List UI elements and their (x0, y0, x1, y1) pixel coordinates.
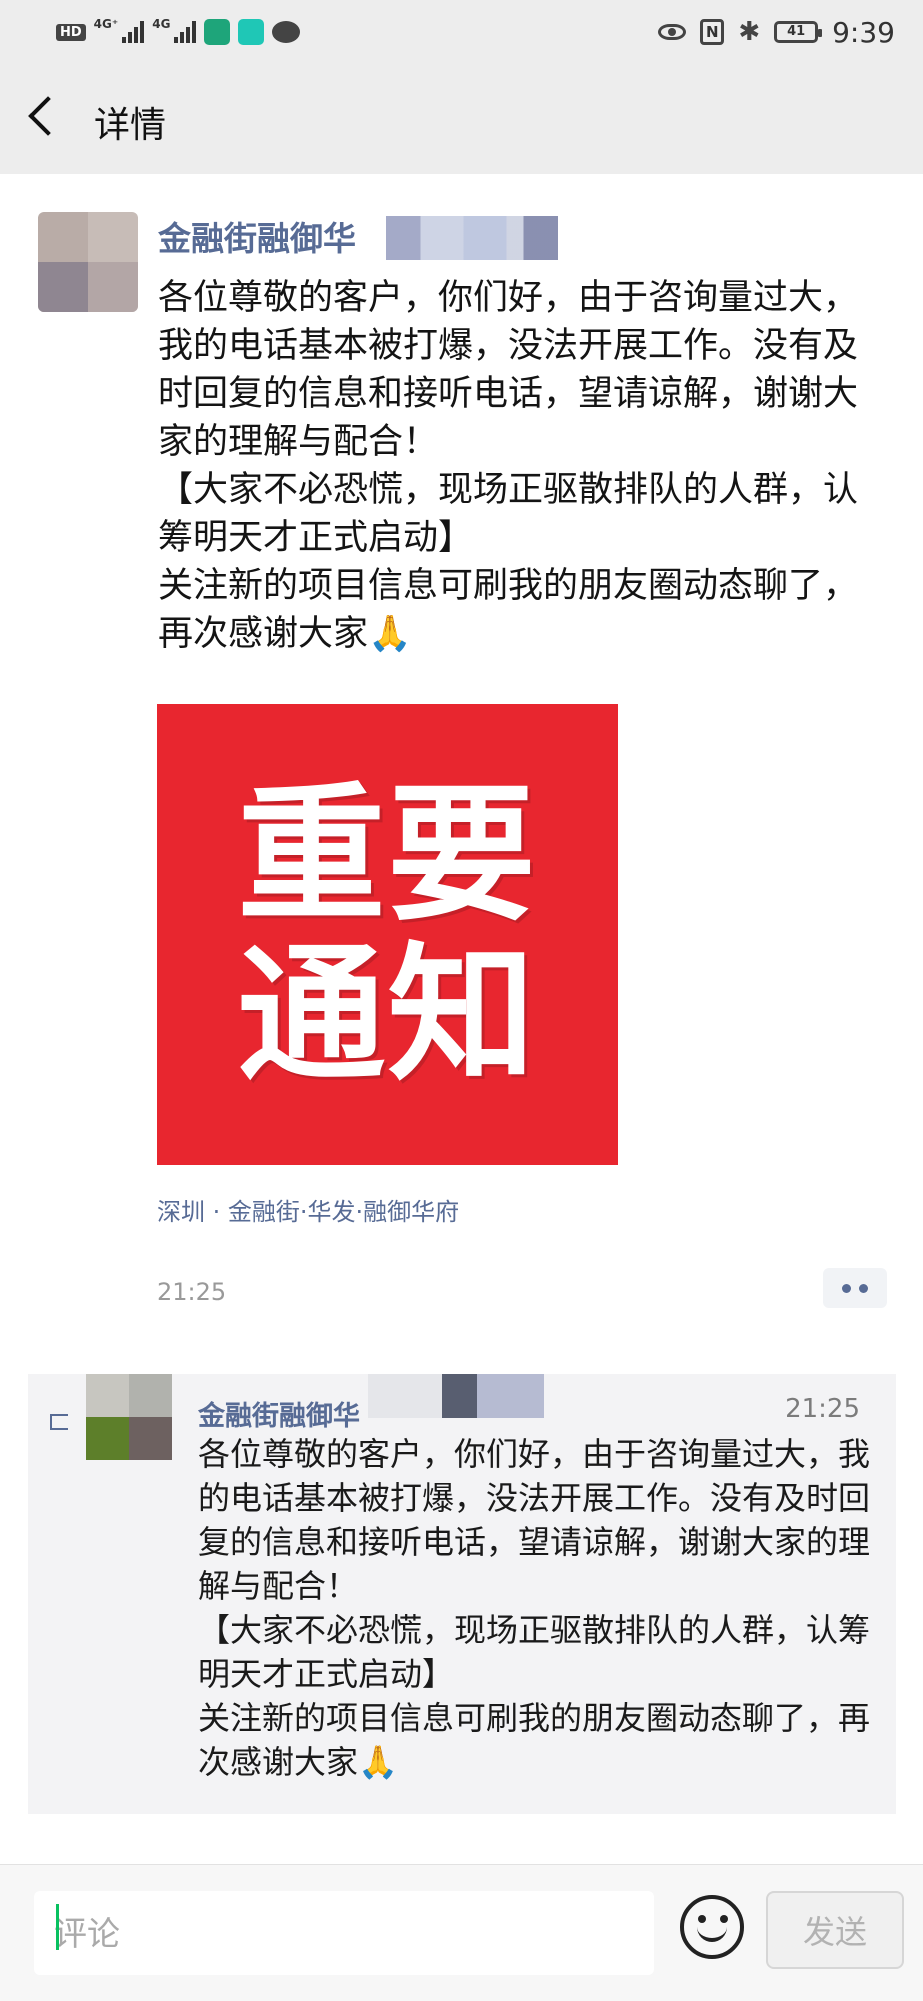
network-type-2: 4G (152, 17, 171, 31)
avatar-mosaic (88, 262, 138, 312)
post-author-name[interactable]: 金融街融御华 (158, 212, 356, 260)
comment-timestamp: 21:25 (785, 1394, 860, 1424)
comment-input-bar: 发送 (0, 1864, 923, 2001)
dot-icon (859, 1283, 868, 1293)
emoji-icon[interactable] (680, 1895, 744, 1959)
notice-image[interactable]: 重要 通知 (157, 704, 618, 1165)
post-timestamp: 21:25 (157, 1278, 227, 1306)
avatar-mosaic (38, 262, 88, 312)
notice-image-line-2: 通知 (237, 928, 538, 1101)
app-notification-icon (204, 19, 231, 45)
hd-badge: HD (56, 23, 86, 41)
message-notification-icon (272, 21, 301, 43)
avatar-mosaic (86, 1417, 129, 1460)
name-redaction-mosaic (368, 1374, 544, 1418)
nav-bar: 详情 (0, 66, 923, 174)
status-right: N ✱ 41 9:39 (658, 14, 895, 50)
boss-app-icon (238, 19, 265, 45)
post-location[interactable]: 深圳 · 金融街·华发·融御华府 (157, 1192, 459, 1227)
post-text: 各位尊敬的客户，你们好，由于咨询量过大，我的电话基本被打爆，没法开展工作。没有及… (158, 278, 859, 654)
avatar-mosaic (86, 1374, 129, 1417)
signal-icon (174, 21, 197, 43)
bluetooth-icon: ✱ (738, 17, 761, 47)
signal-icon (122, 21, 145, 43)
notice-image-line-1: 重要 (237, 768, 538, 941)
send-button[interactable]: 发送 (766, 1891, 904, 1969)
dot-icon (842, 1283, 851, 1293)
network-type-1: 4G⁺ (93, 17, 119, 31)
text-caret (56, 1904, 59, 1950)
status-time: 9:39 (832, 15, 895, 49)
commenter-avatar[interactable] (86, 1374, 172, 1460)
avatar-mosaic (129, 1417, 172, 1460)
page-title: 详情 (94, 105, 167, 146)
author-avatar[interactable] (38, 212, 138, 312)
name-redaction-mosaic (386, 216, 558, 260)
battery-icon: 41 (774, 21, 823, 43)
comment-icon (50, 1414, 68, 1430)
eye-comfort-icon (658, 24, 687, 40)
more-actions-button[interactable] (823, 1268, 887, 1308)
comment-input[interactable] (34, 1891, 654, 1975)
comment-text: 各位尊敬的客户，你们好，由于咨询量过大，我的电话基本被打爆，没法开展工作。没有及… (198, 1435, 871, 1781)
nfc-icon: N (700, 19, 725, 45)
status-left: HD 4G⁺ 4G (56, 14, 301, 50)
avatar-mosaic (129, 1374, 172, 1417)
status-bar: HD 4G⁺ 4G N ✱ 41 9:39 (0, 0, 923, 66)
back-arrow-icon[interactable] (28, 96, 68, 136)
comment-author-name[interactable]: 金融街融御华 (198, 1394, 360, 1433)
comment-card: 金融街融御华 21:25 各位尊敬的客户，你们好，由于咨询量过大，我的电话基本被… (28, 1374, 896, 1814)
